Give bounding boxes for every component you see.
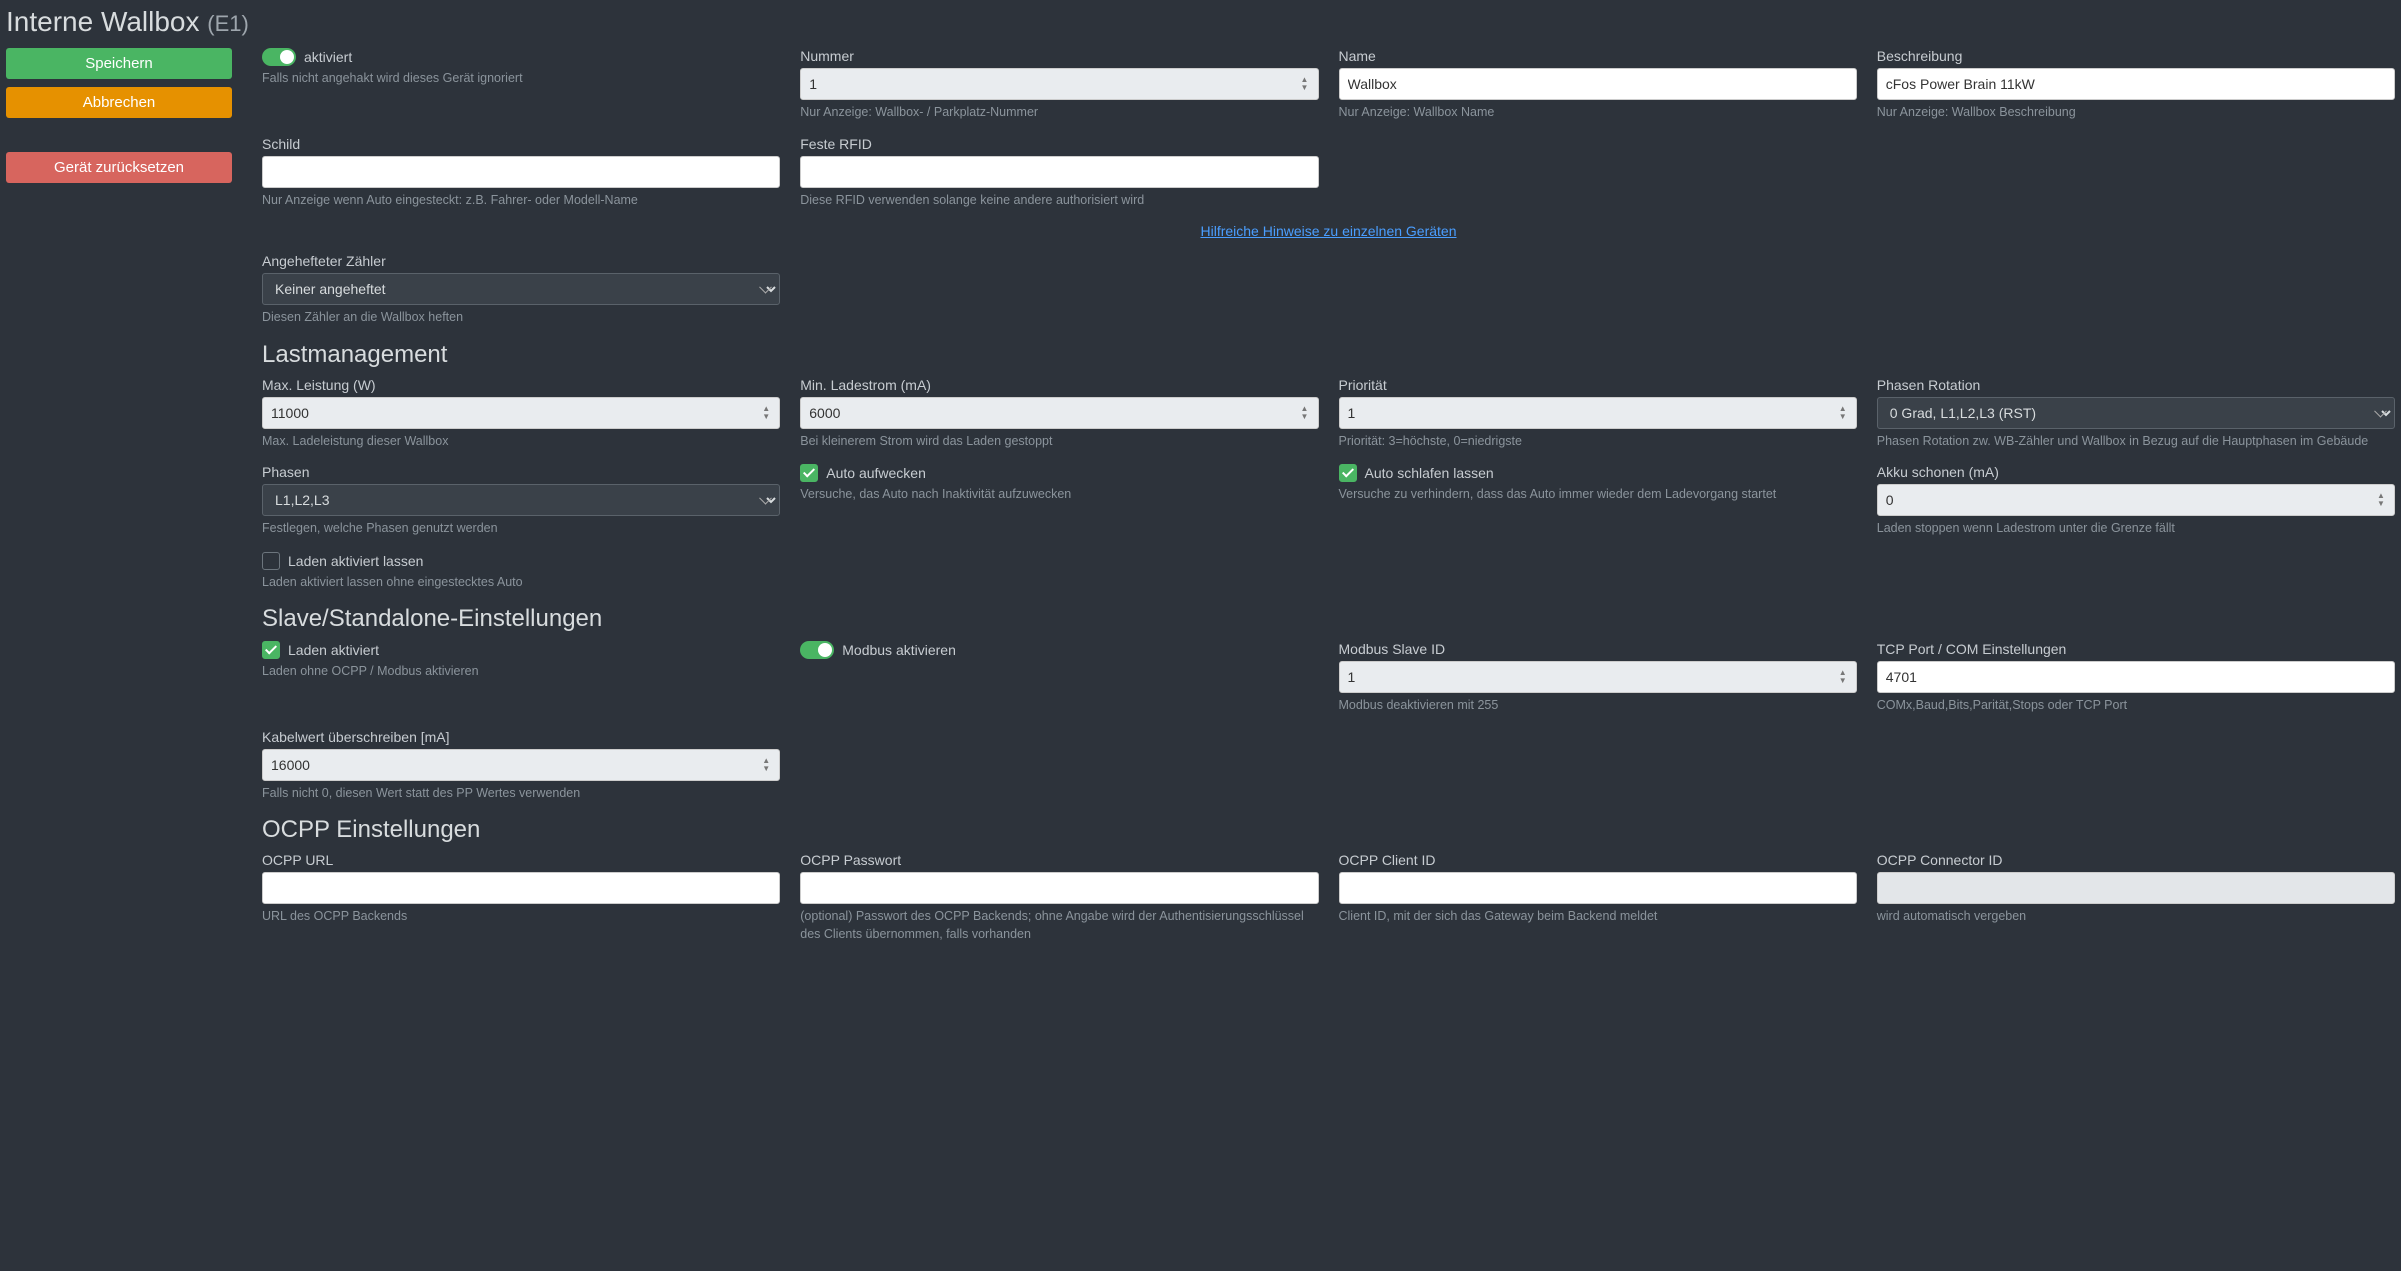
phase-rot-label: Phasen Rotation: [1877, 377, 2395, 393]
phases-label: Phasen: [262, 464, 780, 480]
feste-rfid-input[interactable]: [800, 156, 1318, 188]
schild-hint: Nur Anzeige wenn Auto eingesteckt: z.B. …: [262, 192, 780, 210]
schild-label: Schild: [262, 136, 780, 152]
cable-override-hint: Falls nicht 0, diesen Wert statt des PP …: [262, 785, 780, 803]
section-slave-title: Slave/Standalone-Einstellungen: [262, 605, 2395, 633]
ocpp-url-hint: URL des OCPP Backends: [262, 908, 780, 926]
page-title: Interne Wallbox (E1): [6, 0, 2395, 48]
auto-sleep-checkbox[interactable]: [1339, 464, 1357, 482]
min-current-input[interactable]: [800, 397, 1318, 429]
name-hint: Nur Anzeige: Wallbox Name: [1339, 104, 1857, 122]
attached-meter-label: Angehefteter Zähler: [262, 253, 780, 269]
keep-charge-checkbox[interactable]: [262, 552, 280, 570]
keep-charge-label: Laden aktiviert lassen: [288, 553, 423, 569]
tcp-port-label: TCP Port / COM Einstellungen: [1877, 641, 2395, 657]
modbus-enable-toggle[interactable]: [800, 641, 834, 659]
name-label: Name: [1339, 48, 1857, 64]
ocpp-conn-hint: wird automatisch vergeben: [1877, 908, 2395, 926]
save-button[interactable]: Speichern: [6, 48, 232, 79]
ocpp-url-input[interactable]: [262, 872, 780, 904]
auto-sleep-hint: Versuche zu verhindern, dass das Auto im…: [1339, 486, 1857, 504]
ocpp-pass-input[interactable]: [800, 872, 1318, 904]
number-hint: Nur Anzeige: Wallbox- / Parkplatz-Nummer: [800, 104, 1318, 122]
activated-hint: Falls nicht angehakt wird dieses Gerät i…: [262, 70, 780, 88]
tcp-port-input[interactable]: [1877, 661, 2395, 693]
max-power-hint: Max. Ladeleistung dieser Wallbox: [262, 433, 780, 451]
feste-rfid-label: Feste RFID: [800, 136, 1318, 152]
phase-rot-hint: Phasen Rotation zw. WB-Zähler und Wallbo…: [1877, 433, 2395, 451]
battery-save-input[interactable]: [1877, 484, 2395, 516]
ocpp-client-label: OCPP Client ID: [1339, 852, 1857, 868]
auto-wake-checkbox[interactable]: [800, 464, 818, 482]
ocpp-conn-input: [1877, 872, 2395, 904]
priority-hint: Priorität: 3=höchste, 0=niedrigste: [1339, 433, 1857, 451]
section-load-title: Lastmanagement: [262, 341, 2395, 369]
cable-override-label: Kabelwert überschreiben [mA]: [262, 729, 780, 745]
number-label: Nummer: [800, 48, 1318, 64]
charge-enabled-hint: Laden ohne OCPP / Modbus aktivieren: [262, 663, 780, 681]
phase-rot-select[interactable]: 0 Grad, L1,L2,L3 (RST): [1877, 397, 2395, 429]
feste-rfid-hint: Diese RFID verwenden solange keine ander…: [800, 192, 1318, 210]
phases-select[interactable]: L1,L2,L3: [262, 484, 780, 516]
ocpp-client-input[interactable]: [1339, 872, 1857, 904]
activated-label: aktiviert: [304, 49, 352, 65]
ocpp-conn-label: OCPP Connector ID: [1877, 852, 2395, 868]
schild-input[interactable]: [262, 156, 780, 188]
priority-label: Priorität: [1339, 377, 1857, 393]
attached-meter-select[interactable]: Keiner angeheftet: [262, 273, 780, 305]
keep-charge-hint: Laden aktiviert lassen ohne eingesteckte…: [262, 574, 780, 592]
modbus-id-input[interactable]: [1339, 661, 1857, 693]
name-input[interactable]: [1339, 68, 1857, 100]
battery-save-label: Akku schonen (mA): [1877, 464, 2395, 480]
content: aktiviert Falls nicht angehakt wird dies…: [262, 48, 2395, 957]
device-hints-link[interactable]: Hilfreiche Hinweise zu einzelnen Geräten: [1200, 223, 1456, 239]
min-current-hint: Bei kleinerem Strom wird das Laden gesto…: [800, 433, 1318, 451]
cable-override-input[interactable]: [262, 749, 780, 781]
description-label: Beschreibung: [1877, 48, 2395, 64]
sidebar: Speichern Abbrechen Gerät zurücksetzen: [6, 48, 232, 183]
max-power-label: Max. Leistung (W): [262, 377, 780, 393]
page-title-main: Interne Wallbox: [6, 6, 200, 37]
priority-input[interactable]: [1339, 397, 1857, 429]
auto-wake-label: Auto aufwecken: [826, 465, 926, 481]
cancel-button[interactable]: Abbrechen: [6, 87, 232, 118]
description-hint: Nur Anzeige: Wallbox Beschreibung: [1877, 104, 2395, 122]
charge-enabled-checkbox[interactable]: [262, 641, 280, 659]
modbus-id-label: Modbus Slave ID: [1339, 641, 1857, 657]
ocpp-pass-label: OCPP Passwort: [800, 852, 1318, 868]
page-title-sub: (E1): [207, 11, 249, 36]
section-ocpp-title: OCPP Einstellungen: [262, 816, 2395, 844]
charge-enabled-label: Laden aktiviert: [288, 642, 379, 658]
ocpp-pass-hint: (optional) Passwort des OCPP Backends; o…: [800, 908, 1318, 943]
auto-wake-hint: Versuche, das Auto nach Inaktivität aufz…: [800, 486, 1318, 504]
attached-meter-hint: Diesen Zähler an die Wallbox heften: [262, 309, 780, 327]
tcp-port-hint: COMx,Baud,Bits,Parität,Stops oder TCP Po…: [1877, 697, 2395, 715]
min-current-label: Min. Ladestrom (mA): [800, 377, 1318, 393]
activated-toggle[interactable]: [262, 48, 296, 66]
max-power-input[interactable]: [262, 397, 780, 429]
modbus-enable-label: Modbus aktivieren: [842, 642, 956, 658]
number-input[interactable]: [800, 68, 1318, 100]
ocpp-client-hint: Client ID, mit der sich das Gateway beim…: [1339, 908, 1857, 926]
modbus-id-hint: Modbus deaktivieren mit 255: [1339, 697, 1857, 715]
reset-device-button[interactable]: Gerät zurücksetzen: [6, 152, 232, 183]
auto-sleep-label: Auto schlafen lassen: [1365, 465, 1494, 481]
battery-save-hint: Laden stoppen wenn Ladestrom unter die G…: [1877, 520, 2395, 538]
description-input[interactable]: [1877, 68, 2395, 100]
phases-hint: Festlegen, welche Phasen genutzt werden: [262, 520, 780, 538]
ocpp-url-label: OCPP URL: [262, 852, 780, 868]
